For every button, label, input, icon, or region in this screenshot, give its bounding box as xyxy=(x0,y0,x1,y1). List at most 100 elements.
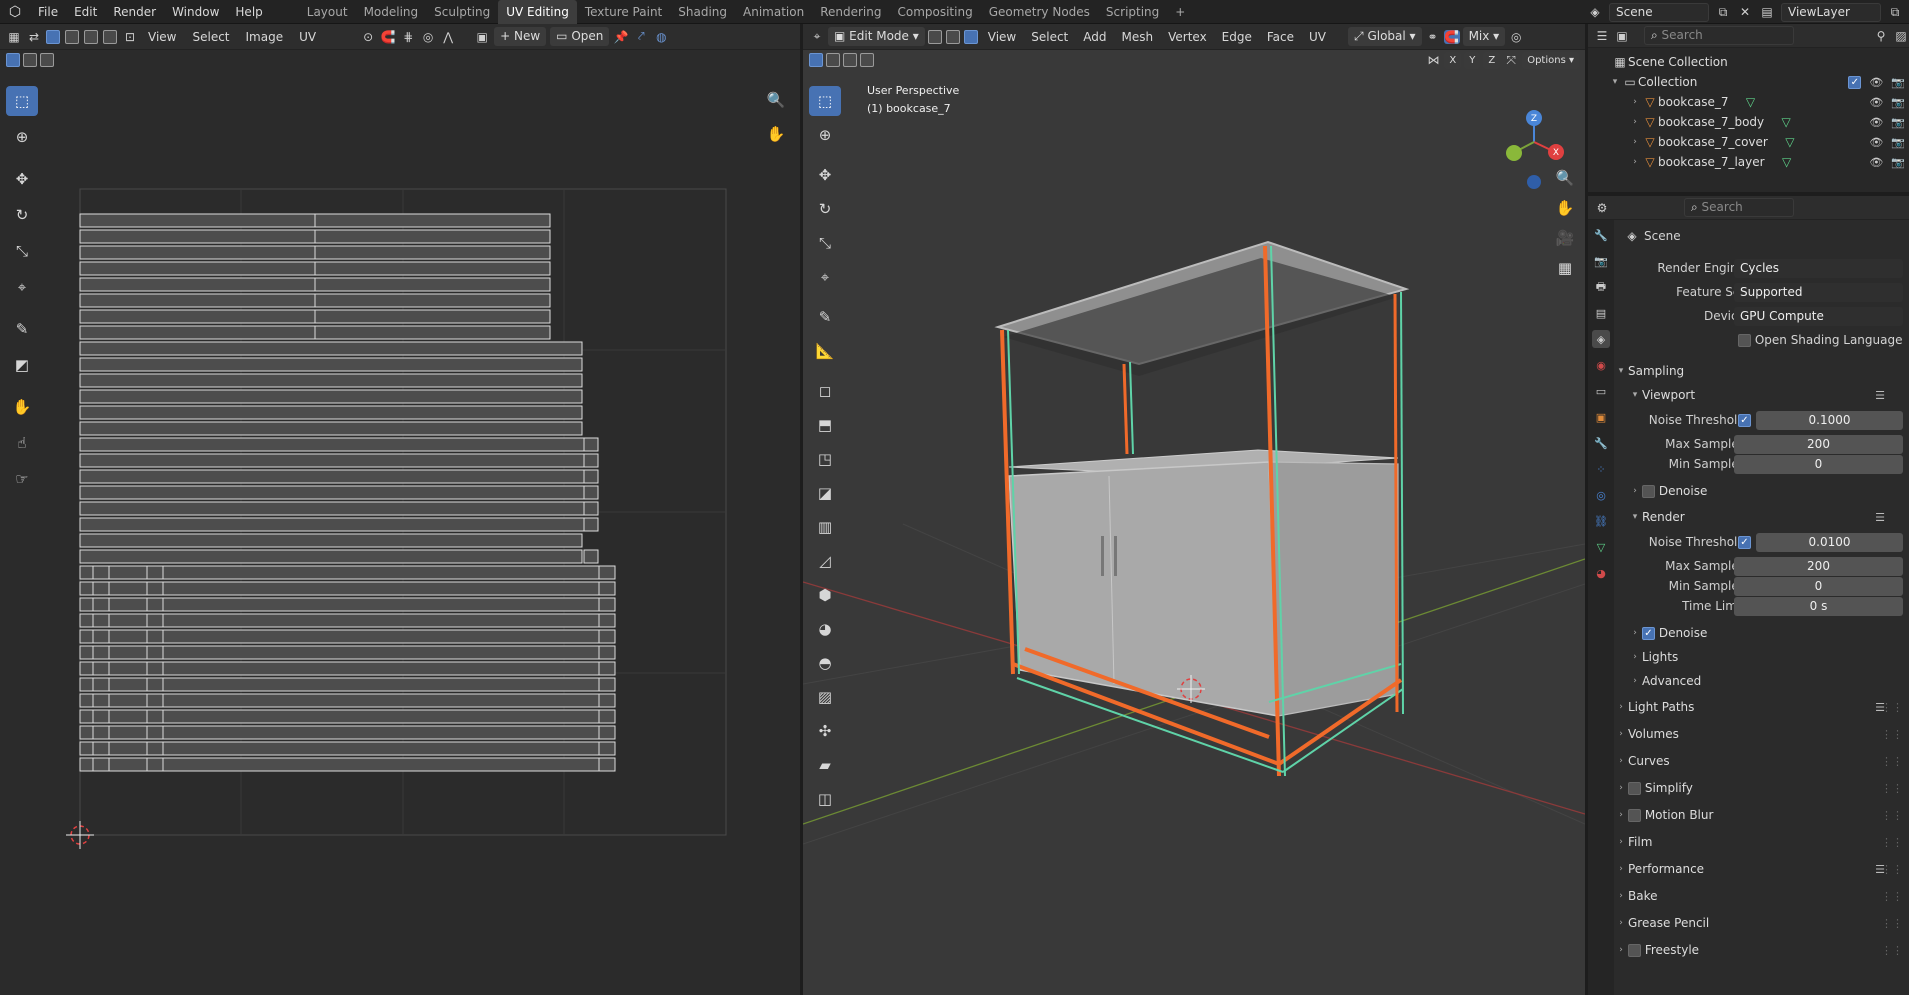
uv-face[interactable] xyxy=(79,645,94,660)
vp-transform-tool-icon[interactable]: ⌖ xyxy=(809,262,841,292)
outliner-search-input[interactable]: ⌕ Search xyxy=(1644,26,1794,45)
uv-face[interactable] xyxy=(314,245,551,260)
item-visibility-icon[interactable]: 👁 xyxy=(1869,156,1883,169)
uv-face[interactable] xyxy=(162,741,600,756)
uv-face[interactable] xyxy=(108,597,148,612)
uv-face[interactable] xyxy=(583,453,599,468)
particles-tab-icon[interactable]: ⁘ xyxy=(1592,460,1610,478)
scene-selector[interactable]: Scene xyxy=(1609,2,1709,22)
uv-face[interactable] xyxy=(79,549,583,564)
uv-face[interactable] xyxy=(162,693,600,708)
motion-blur-checkbox[interactable] xyxy=(1628,808,1641,822)
tab-geometry-nodes[interactable]: Geometry Nodes xyxy=(981,0,1098,24)
loop-cut-tool-icon[interactable]: ▥ xyxy=(809,512,841,542)
render-noise-checkbox[interactable]: ✓ xyxy=(1738,535,1751,549)
object-tab-icon[interactable]: ▣ xyxy=(1592,408,1610,426)
menu-render[interactable]: Render xyxy=(105,0,164,24)
uv-face[interactable] xyxy=(108,565,148,580)
uv-face[interactable] xyxy=(79,277,316,292)
render-tab-icon[interactable]: 📷 xyxy=(1592,252,1610,270)
uv-face[interactable] xyxy=(108,677,148,692)
material-tab-icon[interactable]: ◕ xyxy=(1592,564,1610,582)
uv-face[interactable] xyxy=(79,613,94,628)
collection-visibility-icon[interactable]: 👁 xyxy=(1869,76,1883,89)
drag-handle-icon[interactable]: ⋮⋮ xyxy=(1881,863,1903,876)
uv-face[interactable] xyxy=(79,693,94,708)
new-collection-icon[interactable]: ▨ xyxy=(1893,29,1909,43)
uv-face[interactable] xyxy=(92,581,110,596)
uv-face[interactable] xyxy=(598,565,616,580)
measure-tool-icon[interactable]: 📐 xyxy=(809,336,841,366)
viewport-scene[interactable]: Z X xyxy=(803,24,1585,995)
uv-face[interactable] xyxy=(146,565,164,580)
tab-texture-paint[interactable]: Texture Paint xyxy=(577,0,670,24)
uv-face[interactable] xyxy=(79,421,583,436)
curves-panel-header[interactable]: › Curves ⋮⋮ xyxy=(1614,750,1909,772)
tab-rendering[interactable]: Rendering xyxy=(812,0,889,24)
smooth-tool-icon[interactable]: ◓ xyxy=(809,648,841,678)
uv-face[interactable] xyxy=(108,693,148,708)
drag-handle-icon[interactable]: ⋮⋮ xyxy=(1881,917,1903,930)
physics-tab-icon[interactable]: ◎ xyxy=(1592,486,1610,504)
tab-scripting[interactable]: Scripting xyxy=(1098,0,1167,24)
uv-face[interactable] xyxy=(92,629,110,644)
uv-face[interactable] xyxy=(162,661,600,676)
add-cube-tool-icon[interactable]: ◻ xyxy=(809,376,841,406)
uv-face[interactable] xyxy=(162,709,600,724)
render-preset-list-icon[interactable]: ☰ xyxy=(1875,511,1885,524)
output-tab-icon[interactable]: 🖶 xyxy=(1592,278,1610,296)
view-layer-selector[interactable]: ViewLayer xyxy=(1781,2,1881,22)
poly-build-tool-icon[interactable]: ⬢ xyxy=(809,580,841,610)
uv-face[interactable] xyxy=(146,709,164,724)
display-mode-icon[interactable]: ▣ xyxy=(1614,29,1630,43)
item-visibility-icon[interactable]: 👁 xyxy=(1869,96,1883,109)
outliner-item-bookcase-7[interactable]: › ▽ bookcase_7 ▽ 👁 📷 xyxy=(1598,92,1909,112)
modifier-tab-icon[interactable]: 🔧 xyxy=(1592,434,1610,452)
uv-face[interactable] xyxy=(108,661,148,676)
drag-handle-icon[interactable]: ⋮⋮ xyxy=(1881,755,1903,768)
gizmo-y-icon[interactable] xyxy=(1506,145,1522,161)
outliner-item-bookcase-7-body[interactable]: › ▽ bookcase_7_body ▽ 👁 📷 xyxy=(1598,112,1909,132)
collection-render-icon[interactable]: 📷 xyxy=(1891,76,1905,89)
shrink-tool-icon[interactable]: ✣ xyxy=(809,716,841,746)
drag-handle-icon[interactable]: ⋮⋮ xyxy=(1881,890,1903,903)
menu-help[interactable]: Help xyxy=(227,0,270,24)
uv-face[interactable] xyxy=(583,485,599,500)
viewport-noise-field[interactable]: 0.1000 xyxy=(1756,410,1903,430)
uv-face[interactable] xyxy=(79,405,583,420)
uv-face[interactable] xyxy=(598,725,616,740)
view-layer-tab-icon[interactable]: ▤ xyxy=(1592,304,1610,322)
uv-face[interactable] xyxy=(79,725,94,740)
uv-face[interactable] xyxy=(79,597,94,612)
drag-handle-icon[interactable]: ⋮⋮ xyxy=(1881,728,1903,741)
uv-face[interactable] xyxy=(79,677,94,692)
uv-face[interactable] xyxy=(108,757,148,772)
uv-face[interactable] xyxy=(162,581,600,596)
uv-face[interactable] xyxy=(598,677,616,692)
uv-face[interactable] xyxy=(79,757,94,772)
time-limit-field[interactable]: 0 s xyxy=(1734,596,1903,616)
add-workspace-button[interactable]: + xyxy=(1167,5,1193,19)
viewport-denoise-header[interactable]: › Denoise xyxy=(1628,480,1909,502)
properties-search-input[interactable]: ⌕ Search xyxy=(1684,198,1794,217)
extrude-tool-icon[interactable]: ⬒ xyxy=(809,410,841,440)
ortho-toggle-icon[interactable]: ▦ xyxy=(1551,254,1579,282)
item-render-icon[interactable]: 📷 xyxy=(1891,96,1905,109)
uv-face[interactable] xyxy=(92,709,110,724)
copy-scene-icon[interactable]: ⧉ xyxy=(1715,5,1731,20)
uv-face[interactable] xyxy=(583,549,599,564)
constraints-tab-icon[interactable]: ⛓ xyxy=(1592,512,1610,530)
uv-face[interactable] xyxy=(92,677,110,692)
edge-slide-tool-icon[interactable]: ▨ xyxy=(809,682,841,712)
viewport-min-samples-field[interactable]: 0 xyxy=(1734,454,1903,474)
collection-row[interactable]: ▾ ▭ Collection ✓ 👁 📷 xyxy=(1598,72,1909,92)
shear-tool-icon[interactable]: ▰ xyxy=(809,750,841,780)
uv-face[interactable] xyxy=(146,629,164,644)
volumes-panel-header[interactable]: › Volumes ⋮⋮ xyxy=(1614,723,1909,745)
uv-face[interactable] xyxy=(79,709,94,724)
uv-face[interactable] xyxy=(79,741,94,756)
uv-face[interactable] xyxy=(108,629,148,644)
outliner-item-bookcase-7-layer[interactable]: › ▽ bookcase_7_layer ▽ 👁 📷 xyxy=(1598,152,1909,172)
simplify-checkbox[interactable] xyxy=(1628,781,1641,795)
simplify-panel-header[interactable]: › Simplify ⋮⋮ xyxy=(1614,777,1909,799)
